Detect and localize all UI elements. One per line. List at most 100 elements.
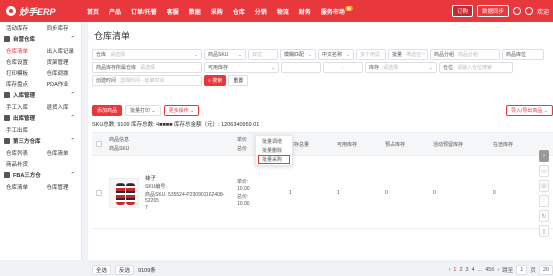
product-name[interactable]: 袜子 — [145, 174, 234, 182]
sidebar-item-sync-stock[interactable]: 同步库存 — [41, 24, 82, 32]
storage-location-select[interactable]: 商品库位 — [502, 49, 544, 60]
sidebar-item-warehouse-list[interactable]: 仓库清单 — [0, 47, 41, 55]
sidebar-section-inbound[interactable]: 入库管理 ⌃ — [0, 89, 81, 101]
nav-purchase[interactable]: 采购 — [206, 7, 228, 16]
product-sku-tail: 7 — [145, 205, 148, 211]
sidebar-item-io-records[interactable]: 出入库记录 — [41, 47, 82, 55]
menu-item-batch-delete[interactable]: 批量删除 — [256, 146, 292, 155]
stock-field-select[interactable]: 可用库存 ⌄ — [204, 62, 279, 73]
nav-products[interactable]: 产品 — [104, 7, 126, 16]
col-label: 商品信息 — [109, 137, 130, 143]
sidebar-item-print-template[interactable]: 打印模板 — [0, 69, 41, 77]
sidebar-item-manual-inbound[interactable]: 手工入库 — [0, 103, 41, 111]
sidebar-item-fba-mgmt[interactable]: 仓库管理 — [41, 183, 82, 191]
sidebar-section-outbound[interactable]: 出库管理 ⌃ — [0, 112, 81, 124]
warehouse-select[interactable]: 仓库 请选择 ⌄ — [92, 49, 202, 60]
search-button[interactable]: ⌕ 搜索 — [204, 75, 227, 86]
phone-icon[interactable]: ☏ — [539, 180, 549, 192]
col-total-stock[interactable]: 库存总量 — [286, 133, 334, 155]
nav-data[interactable]: 数据 — [184, 7, 206, 16]
filter-label: 模糊匹配 — [284, 52, 305, 58]
nav-orders[interactable]: 订单/托管 — [126, 7, 162, 16]
batch-print-button[interactable]: 批量打印 ⌄ — [125, 105, 161, 116]
sidebar-item-tp-warehouse-list[interactable]: 仓库列表 — [0, 149, 41, 157]
stock-min-input[interactable] — [281, 62, 321, 73]
refresh-icon[interactable]: ↻ — [539, 210, 549, 222]
sidebar-item-stocktake[interactable]: 库存盘点 — [0, 80, 41, 88]
sidebar-item-replenish[interactable]: 商品补货 — [0, 160, 41, 168]
prev-page-icon[interactable]: ‹ — [449, 267, 451, 273]
nav-home[interactable]: 首页 — [82, 7, 104, 16]
menu-item-batch-purchase[interactable]: 批量采购 — [258, 155, 290, 164]
chevron-down-icon: ⌄ — [543, 107, 548, 114]
header-checkbox[interactable] — [96, 141, 102, 147]
logo[interactable]: 妙手ERP — [0, 5, 82, 18]
sidebar-section-third-party[interactable]: 第三方仓库 ⌃ — [0, 135, 81, 147]
nav-finance[interactable]: 财务 — [294, 7, 316, 16]
page-2[interactable]: 2 — [459, 267, 462, 273]
col-transit-stock[interactable]: 在途库存 — [490, 133, 538, 155]
stock-alert-select[interactable]: 库存 请选择 ⌄ — [365, 62, 437, 73]
stock-range-sep: - — [323, 62, 363, 73]
created-time-range[interactable]: 创建时间 选择时间 - 结束时间 — [92, 75, 202, 86]
import-export-button[interactable]: 导入/导出商品 ⌄ — [506, 105, 553, 116]
sidebar-item-activity-stock[interactable]: 活动库存 — [0, 24, 41, 32]
sidebar-item-tp-inventory[interactable]: 仓库清单 — [41, 149, 82, 157]
nav-market[interactable]: 服务市场新 — [316, 5, 358, 16]
more-actions-button[interactable]: 更多操作 ⌄ — [163, 105, 200, 116]
invert-select-button[interactable]: 反选 — [115, 264, 135, 275]
next-page-icon[interactable]: › — [497, 267, 499, 273]
page-4[interactable]: 4 — [472, 267, 475, 273]
select-all-button[interactable]: 全选 — [92, 264, 112, 275]
sku-field-select[interactable]: 商品SKU ⌄ — [204, 49, 246, 60]
mobile-icon[interactable]: ▯ — [539, 225, 549, 237]
page-3[interactable]: 3 — [466, 267, 469, 273]
reset-button[interactable]: 重置 — [228, 75, 249, 86]
page-size-select[interactable]: 20 — [538, 264, 553, 275]
sidebar-section-own-warehouse[interactable]: 自营仓库 ⌃ — [0, 33, 81, 45]
sync-button[interactable]: 数据同步 — [476, 5, 509, 17]
owner-warehouse-select[interactable]: 商品库存所属仓库 请选择 — [92, 62, 202, 73]
page-last[interactable]: 456 — [485, 267, 494, 273]
avatar[interactable] — [524, 7, 533, 15]
nav-distribution[interactable]: 分销 — [250, 7, 272, 16]
sku-match-select[interactable]: 模糊匹配 ⌄ — [280, 49, 316, 60]
sidebar-item-return-inbound[interactable]: 退货入库 — [41, 103, 82, 111]
col-available-stock[interactable]: 可用库存 — [334, 133, 382, 155]
help-icon[interactable] — [512, 7, 521, 15]
row-checkbox[interactable] — [96, 189, 102, 196]
menu-item-batch-adjust[interactable]: 批量调增 — [256, 137, 292, 146]
chevron-right-icon[interactable]: › — [539, 150, 549, 162]
nav-service[interactable]: 客服 — [162, 7, 184, 16]
nav-logistics[interactable]: 物流 — [272, 7, 294, 16]
add-product-button[interactable]: 添加商品 — [92, 105, 123, 116]
sidebar-item-shelf-mgmt[interactable]: 货架管理 — [41, 58, 82, 66]
match-any-select[interactable]: 批量 筛选任一 — [388, 49, 428, 60]
chat-icon[interactable]: ◌ — [539, 195, 549, 207]
location-search-input[interactable]: 仓位 请输入仓位搜索 — [439, 62, 513, 73]
activity-stock-value: 0 — [433, 189, 436, 196]
sidebar-item-manual-outbound[interactable]: 手工出库 — [0, 126, 41, 134]
product-image[interactable] — [109, 177, 139, 208]
goto-page-input[interactable]: 1 — [516, 264, 528, 275]
name-input[interactable]: 多个用逗 — [356, 49, 386, 60]
sidebar-item-warehouse-settings[interactable]: 仓库设置 — [0, 58, 41, 66]
chevron-up-icon: ⌃ — [70, 115, 75, 121]
sidebar-item-transfer[interactable]: 仓库调拨 — [41, 69, 82, 77]
unit-price-label: 单价: — [237, 179, 249, 185]
name-field-select[interactable]: 中文名称 ⌄ — [318, 49, 354, 60]
sidebar-item-pda[interactable]: PDA作业 — [41, 80, 82, 88]
nav-warehouse[interactable]: 仓库 — [228, 7, 250, 16]
col-activity-stock[interactable]: 活动预留库存 — [430, 133, 490, 155]
activity-stock-cell: 0 — [430, 157, 490, 228]
greeting[interactable]: 欢迎 — [537, 7, 549, 16]
page-1[interactable]: 1 — [453, 267, 456, 273]
message-icon[interactable]: ▭ — [539, 165, 549, 177]
col-reserved-stock[interactable]: 预占库存 — [382, 133, 430, 155]
product-group-select[interactable]: 商品分组 商品分组 — [430, 49, 500, 60]
page-ellipsis[interactable]: ... — [478, 267, 483, 273]
order-button[interactable]: 订购 — [451, 5, 473, 17]
sidebar-section-fba[interactable]: FBA三方仓 ⌃ — [0, 169, 81, 181]
sku-input[interactable]: 双过 — [248, 49, 278, 60]
sidebar-item-fba-inventory[interactable]: 仓库清单 — [0, 183, 41, 191]
